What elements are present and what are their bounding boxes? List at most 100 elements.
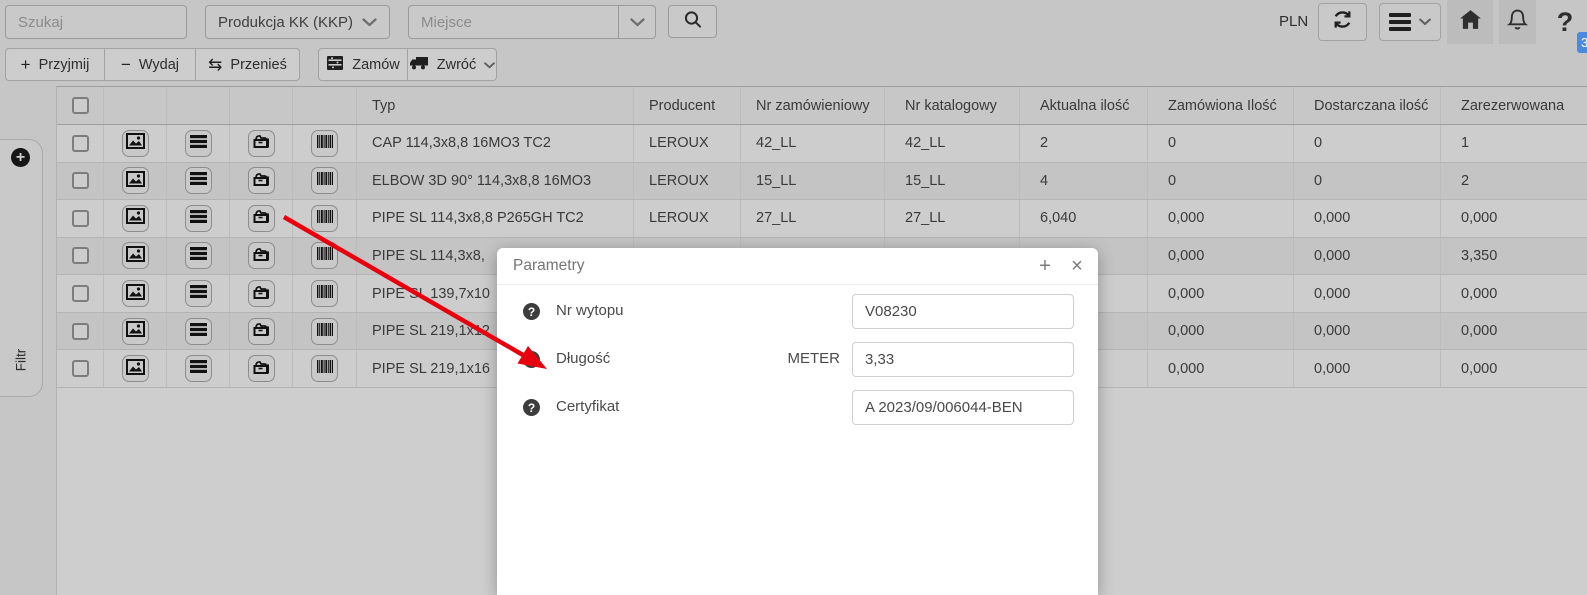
image-button[interactable] [122,167,149,194]
select-all-checkbox[interactable] [72,97,89,114]
batch-button[interactable] [248,130,275,157]
barcode-icon [317,172,333,189]
card-index-icon [252,246,270,266]
transfer-button[interactable]: ⇆ Przenieś [195,48,300,81]
question-circle-icon[interactable]: ? [523,303,540,320]
list-icon [190,323,207,340]
batch-button[interactable] [248,205,275,232]
warehouse-select[interactable]: Produkcja KK (KKP) [205,5,390,39]
table-row[interactable]: PIPE SL 114,3x8,8 P265GH TC2 LEROUX 27_L… [57,200,1587,238]
order-button-label: Zamów [352,57,400,73]
card-index-icon [252,359,270,379]
cell-typ: ELBOW 3D 90° 114,3x8,8 16MO3 [357,163,634,200]
home-button[interactable] [1447,0,1493,44]
header-nr-zamowieniowy[interactable]: Nr zamówieniowy [741,87,885,124]
cell-nr-zamowieniowy: 15_LL [741,163,885,200]
barcode-button[interactable] [311,167,338,194]
batch-button[interactable] [248,355,275,382]
refresh-button[interactable] [1318,3,1367,41]
cell-zarezerwowana: 2 [1441,163,1587,200]
row-checkbox[interactable] [72,247,89,264]
batch-button[interactable] [248,167,275,194]
place-select[interactable]: Miejsce [408,5,656,39]
details-button[interactable] [185,167,212,194]
header-aktualna-ilosc[interactable]: Aktualna ilość [1020,87,1148,124]
cell-dostarczana-ilosc: 0,000 [1294,313,1441,350]
cell-typ: CAP 114,3x8,8 16MO3 TC2 [357,125,634,162]
row-checkbox[interactable] [72,172,89,189]
batch-button[interactable] [248,242,275,269]
cell-dostarczana-ilosc: 0,000 [1294,238,1441,275]
image-button[interactable] [122,242,149,269]
truck-icon [409,56,429,74]
close-icon[interactable]: × [1064,252,1090,280]
image-button[interactable] [122,130,149,157]
cell-nr-katalogowy: 42_LL [885,125,1020,162]
details-button[interactable] [185,280,212,307]
dialog-add-button[interactable]: + [1032,252,1058,280]
dialog-title: Parametry [513,257,585,275]
image-button[interactable] [122,280,149,307]
return-button[interactable]: Zwróć [407,48,497,81]
issue-button[interactable]: − Wydaj [104,48,196,81]
dlugosc-input[interactable] [852,342,1074,377]
menu-button[interactable] [1379,3,1441,41]
header-typ[interactable]: Typ [357,87,634,124]
header-dostarczana-ilosc[interactable]: Dostarczana ilość [1294,87,1441,124]
details-button[interactable] [185,242,212,269]
search-input[interactable] [5,5,187,39]
receive-button[interactable]: + Przyjmij [5,48,105,81]
row-checkbox[interactable] [72,285,89,302]
barcode-button[interactable] [311,130,338,157]
card-index-icon [252,284,270,304]
row-checkbox[interactable] [72,360,89,377]
cell-zarezerwowana: 0,000 [1441,313,1587,350]
notifications-button[interactable] [1499,0,1536,44]
cell-producent: LEROUX [634,125,741,162]
cell-zamowiona-ilosc: 0 [1148,125,1294,162]
filter-panel-tab[interactable]: + Filtr [0,139,43,397]
nr-wytopu-input[interactable] [852,294,1074,329]
details-button[interactable] [185,205,212,232]
field-nr-wytopu: ? Nr wytopu [497,294,1098,329]
batch-button[interactable] [248,318,275,345]
question-circle-icon[interactable]: ? [523,351,540,368]
details-button[interactable] [185,355,212,382]
table-row[interactable]: CAP 114,3x8,8 16MO3 TC2 LEROUX 42_LL 42_… [57,125,1587,163]
details-button[interactable] [185,318,212,345]
header-zamowiona-ilosc[interactable]: Zamówiona Ilość [1148,87,1294,124]
barcode-button[interactable] [311,242,338,269]
cell-dostarczana-ilosc: 0 [1294,163,1441,200]
certyfikat-input[interactable] [852,390,1074,425]
search-button[interactable] [668,5,717,38]
batch-button[interactable] [248,280,275,307]
table-row[interactable]: ELBOW 3D 90° 114,3x8,8 16MO3 LEROUX 15_L… [57,163,1587,201]
order-button[interactable]: Zamów [318,48,408,81]
filter-tab-label: Filtr [14,349,29,372]
field-label: Certyfikat [556,398,619,415]
question-circle-icon[interactable]: ? [523,399,540,416]
image-button[interactable] [122,355,149,382]
row-checkbox[interactable] [72,323,89,340]
row-checkbox[interactable] [72,135,89,152]
barcode-button[interactable] [311,355,338,382]
list-icon [190,172,207,189]
image-button[interactable] [122,205,149,232]
image-icon [126,359,145,379]
header-nr-katalogowy[interactable]: Nr katalogowy [885,87,1020,124]
barcode-button[interactable] [311,205,338,232]
details-button[interactable] [185,130,212,157]
row-checkbox[interactable] [72,210,89,227]
cell-zamowiona-ilosc: 0,000 [1148,275,1294,312]
header-zarezerwowana[interactable]: Zarezerwowana [1441,87,1587,124]
barcode-icon [317,323,333,340]
barcode-button[interactable] [311,318,338,345]
barcode-button[interactable] [311,280,338,307]
filter-expand-icon[interactable]: + [11,148,30,167]
parameters-dialog: Parametry + × ? Nr wytopu ? Długość METE… [497,248,1098,595]
header-producent[interactable]: Producent [634,87,741,124]
divider [618,6,619,38]
cell-nr-zamowieniowy: 27_LL [741,200,885,237]
transfer-icon: ⇆ [208,56,222,73]
image-button[interactable] [122,318,149,345]
